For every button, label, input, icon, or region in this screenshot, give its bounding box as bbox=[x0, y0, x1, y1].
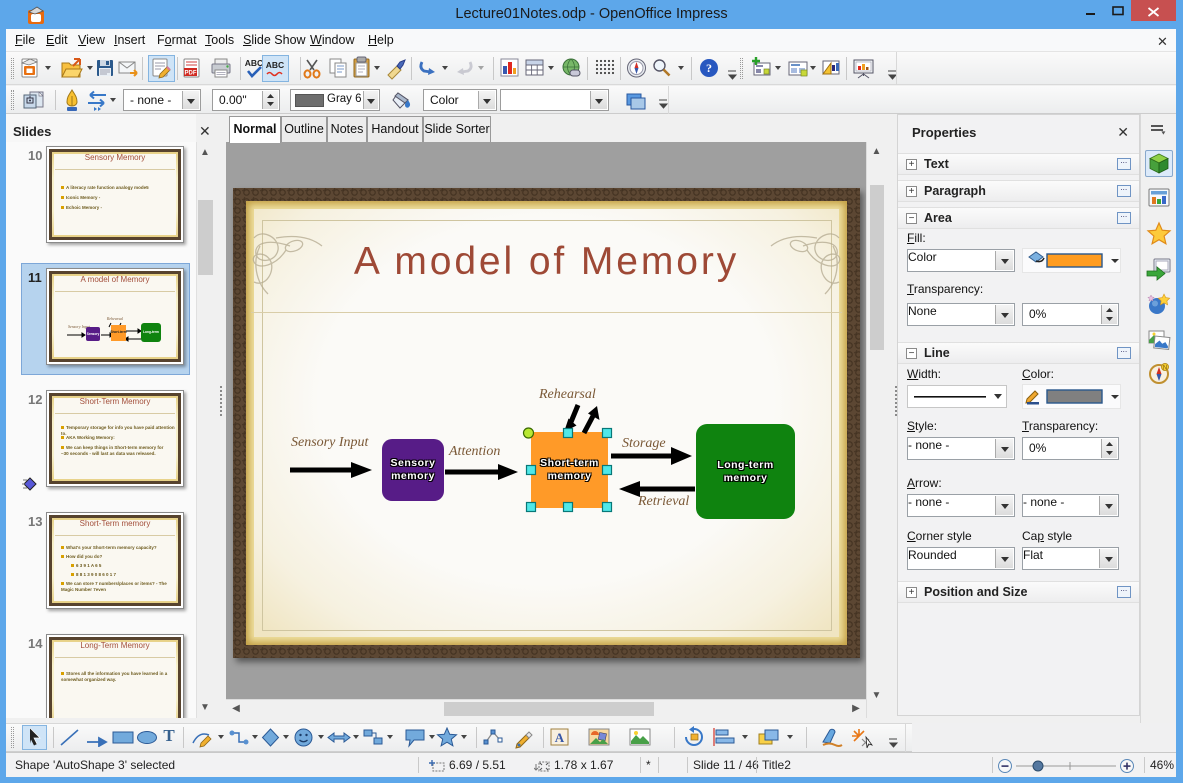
svg-text:?: ? bbox=[706, 61, 712, 75]
svg-text:Rehearsal: Rehearsal bbox=[106, 316, 124, 321]
svg-text:PDF: PDF bbox=[185, 71, 197, 77]
svg-text:Sensory: Sensory bbox=[87, 332, 100, 336]
svg-text:ABC: ABC bbox=[266, 60, 284, 70]
svg-text:Long-term: Long-term bbox=[143, 330, 159, 334]
svg-text:A: A bbox=[555, 730, 565, 745]
svg-text:N: N bbox=[1163, 365, 1167, 371]
svg-text:Short-term: Short-term bbox=[110, 330, 126, 334]
